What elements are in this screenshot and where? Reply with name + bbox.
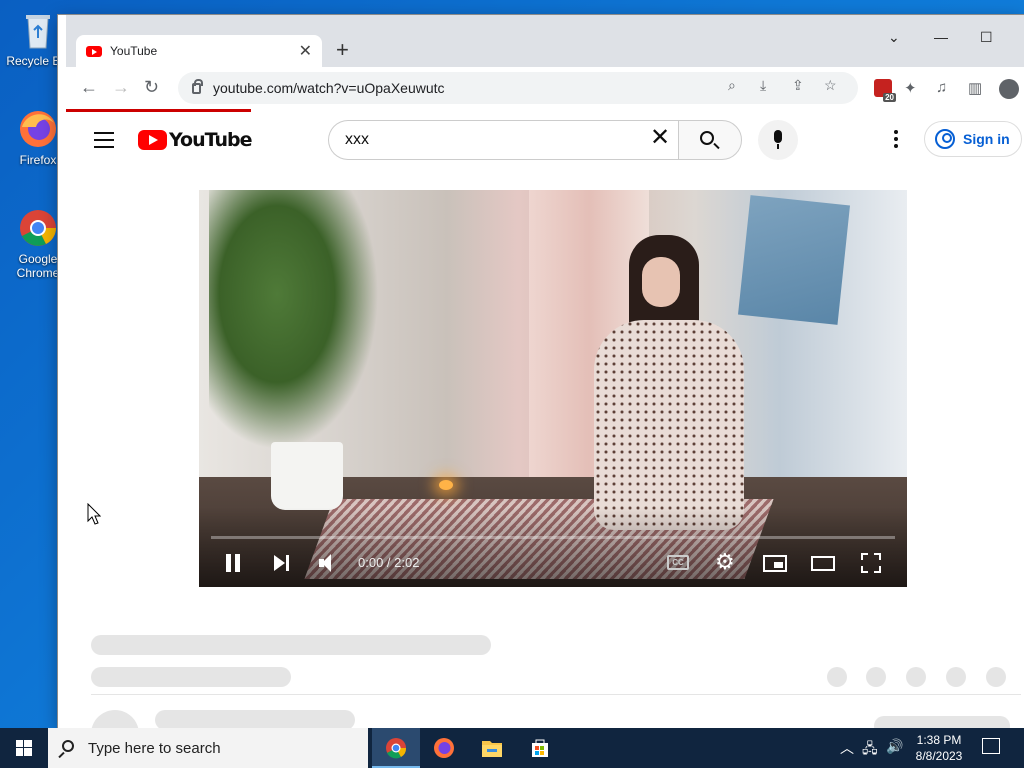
taskbar-clock[interactable]: 1:38 PM 8/8/2023	[900, 732, 978, 764]
extensions-puzzle-icon[interactable]: ✦	[904, 79, 917, 97]
sign-in-label: Sign in	[963, 131, 1010, 147]
store-icon	[532, 739, 548, 757]
video-frame-person	[574, 235, 749, 535]
settings-gear-icon[interactable]: ⚙	[715, 551, 739, 575]
clear-search-icon[interactable]: ✕	[650, 126, 670, 150]
youtube-logo-text: YouTube	[169, 129, 252, 151]
action-skeleton	[986, 667, 1006, 687]
forward-button[interactable]: →	[112, 77, 130, 98]
voice-search-mic-icon[interactable]	[758, 120, 798, 160]
start-button[interactable]	[0, 728, 48, 768]
taskbar-app-file-explorer[interactable]	[468, 728, 516, 768]
bookmark-star-icon[interactable]: ☆	[824, 77, 837, 94]
file-explorer-icon	[482, 741, 502, 757]
side-panel-icon[interactable]: ▥	[968, 79, 982, 97]
theater-mode-button[interactable]	[811, 551, 835, 575]
miniplayer-button[interactable]	[763, 551, 787, 575]
extension-badge-count: 20	[883, 93, 896, 102]
sign-in-button[interactable]: Sign in	[924, 121, 1022, 157]
video-frame-painting	[738, 195, 850, 325]
clock-date: 8/8/2023	[915, 749, 963, 763]
pause-button[interactable]	[224, 551, 242, 575]
video-frame-candle	[439, 480, 453, 490]
tab-strip: YouTube ✕ + ⌄ — ☐ ✕	[66, 15, 1024, 67]
recycle-bin-icon	[16, 8, 60, 52]
action-skeleton	[946, 667, 966, 687]
taskbar: Type here to search ︿ 🖧 🔊 1:38 PM 8/8/20…	[0, 728, 1024, 768]
captions-button[interactable]: CC	[667, 551, 691, 575]
maximize-button[interactable]: ☐	[980, 29, 993, 46]
tab-youtube[interactable]: YouTube ✕	[76, 35, 322, 67]
back-button[interactable]: ←	[80, 77, 98, 98]
action-skeleton	[866, 667, 886, 687]
mouse-cursor-icon	[87, 502, 102, 530]
avatar-skeleton	[91, 710, 139, 728]
zoom-search-icon[interactable]: ⌕	[728, 77, 736, 94]
fullscreen-button[interactable]	[861, 551, 881, 575]
taskbar-app-chrome[interactable]	[372, 728, 420, 768]
tab-title: YouTube	[110, 44, 158, 58]
action-skeleton	[827, 667, 847, 687]
youtube-play-logo-icon	[138, 130, 167, 150]
action-skeleton	[906, 667, 926, 687]
notification-center-icon[interactable]	[982, 738, 1000, 754]
tab-search-icon[interactable]: ⌄	[888, 29, 900, 46]
chrome-icon	[16, 206, 60, 250]
extension-shield-icon[interactable]: 20	[874, 79, 896, 102]
player-controls: 0:00 / 2:02 CC ⚙	[199, 539, 907, 587]
clock-time: 1:38 PM	[916, 733, 962, 747]
menu-hamburger-icon[interactable]	[94, 132, 114, 153]
search-input[interactable]: xxx	[328, 120, 678, 160]
channel-skeleton	[91, 667, 291, 687]
profile-avatar-icon[interactable]	[999, 79, 1019, 99]
share-icon[interactable]: ⇪	[792, 77, 804, 94]
taskbar-search-box[interactable]: Type here to search	[48, 728, 368, 768]
show-hidden-icons-chevron[interactable]: ︿	[840, 738, 854, 768]
search-icon	[700, 131, 714, 145]
minimize-button[interactable]: —	[934, 29, 948, 45]
install-app-icon[interactable]: ⤓	[760, 77, 766, 94]
taskbar-app-firefox[interactable]	[420, 728, 468, 768]
search-icon	[62, 740, 74, 752]
content-divider	[91, 694, 1021, 695]
firefox-icon	[434, 738, 454, 758]
description-skeleton	[155, 710, 355, 728]
taskbar-app-store[interactable]	[516, 728, 564, 768]
settings-more-icon[interactable]	[886, 128, 906, 152]
volume-button[interactable]	[317, 551, 341, 575]
firefox-icon	[16, 107, 60, 151]
subscribe-skeleton	[874, 716, 1010, 728]
media-control-icon[interactable]: ♫	[936, 79, 947, 96]
close-tab-icon[interactable]: ✕	[299, 41, 312, 61]
search-query: xxx	[345, 131, 369, 148]
address-text: youtube.com/watch?v=uOpaXeuwutc	[213, 80, 445, 96]
next-video-button[interactable]	[271, 551, 293, 575]
youtube-logo[interactable]: YouTube	[138, 129, 252, 151]
video-time: 0:00 / 2:02	[358, 555, 420, 570]
chrome-icon	[386, 738, 407, 759]
video-frame-pot	[271, 442, 343, 510]
new-tab-button[interactable]: +	[336, 37, 349, 63]
title-skeleton	[91, 635, 491, 655]
video-player[interactable]: 0:00 / 2:02 CC ⚙	[199, 190, 907, 587]
captions-label: CC	[667, 555, 689, 570]
taskbar-search-placeholder: Type here to search	[88, 739, 221, 757]
youtube-page: YouTube xxx ✕ Sign in 0:00 / 2:02 CC ⚙	[66, 112, 1024, 728]
browser-window: YouTube ✕ + ⌄ — ☐ ✕ ← → ↻ youtube.com/wa…	[58, 15, 1024, 728]
search-button[interactable]	[678, 120, 742, 160]
address-bar[interactable]: youtube.com/watch?v=uOpaXeuwutc	[178, 72, 858, 104]
network-icon[interactable]: 🖧	[862, 738, 878, 768]
lock-icon[interactable]	[192, 78, 203, 94]
youtube-favicon-icon	[86, 45, 102, 57]
account-icon	[935, 129, 955, 149]
windows-logo-icon	[16, 740, 32, 756]
browser-toolbar: ← → ↻ youtube.com/watch?v=uOpaXeuwutc ⌕ …	[66, 67, 1024, 109]
video-frame-plant	[209, 190, 379, 450]
reload-button[interactable]: ↻	[144, 77, 159, 98]
